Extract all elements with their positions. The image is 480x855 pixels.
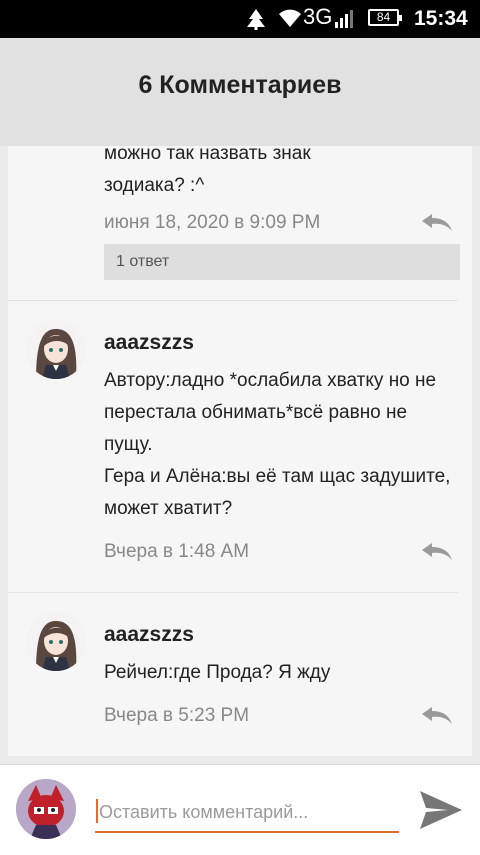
- reply-icon[interactable]: [420, 212, 454, 232]
- reply-icon[interactable]: [420, 705, 454, 725]
- comment-timestamp: Вчера в 5:23 PM: [104, 705, 250, 726]
- comment-text: можно так назвать знак зодиака? :^: [104, 146, 311, 196]
- tree-icon: [247, 9, 265, 30]
- user-avatar[interactable]: [16, 779, 76, 839]
- battery-indicator: 84: [368, 9, 402, 26]
- send-icon[interactable]: [418, 789, 464, 831]
- comments-header: 6 Комментариев: [0, 38, 480, 146]
- comment-item: aaazszzs Автору:ладно *ослабила хватку н…: [8, 301, 472, 591]
- replies-label: 1 ответ: [116, 253, 170, 270]
- comment-text: Автору:ладно *ослабила хватку но не пере…: [104, 370, 451, 519]
- status-clock: 15:34: [414, 7, 468, 30]
- reply-icon[interactable]: [420, 541, 454, 561]
- avatar-image: [26, 611, 86, 671]
- network-type-label: 3G: [303, 4, 333, 29]
- user-avatar-image: [16, 779, 76, 839]
- comment-timestamp: Вчера в 1:48 AM: [104, 541, 250, 562]
- comment-composer: [0, 764, 480, 855]
- status-bar: 3G 84 15:34: [0, 0, 480, 38]
- avatar[interactable]: [26, 319, 86, 379]
- comment-input[interactable]: [95, 793, 399, 833]
- text-cursor: [96, 799, 98, 823]
- wifi-icon: [279, 9, 301, 27]
- page-title: 6 Комментариев: [138, 71, 342, 99]
- avatar[interactable]: [26, 611, 86, 671]
- comments-list[interactable]: можно так назвать знак зодиака? :^ июня …: [8, 146, 472, 756]
- comment-author[interactable]: aaazszzs: [104, 623, 194, 647]
- comment-item: можно так назвать знак зодиака? :^ июня …: [8, 146, 472, 298]
- comment-timestamp: июня 18, 2020 в 9:09 PM: [104, 212, 321, 233]
- comment-item: aaazszzs Рейчел:где Прода? Я жду Вчера в…: [8, 593, 472, 753]
- battery-level: 84: [376, 10, 391, 24]
- avatar-image: [26, 319, 86, 379]
- replies-button[interactable]: 1 ответ: [104, 244, 460, 280]
- signal-icon: [335, 10, 353, 28]
- comment-author[interactable]: aaazszzs: [104, 331, 194, 355]
- comment-text: Рейчел:где Прода? Я жду: [104, 662, 331, 683]
